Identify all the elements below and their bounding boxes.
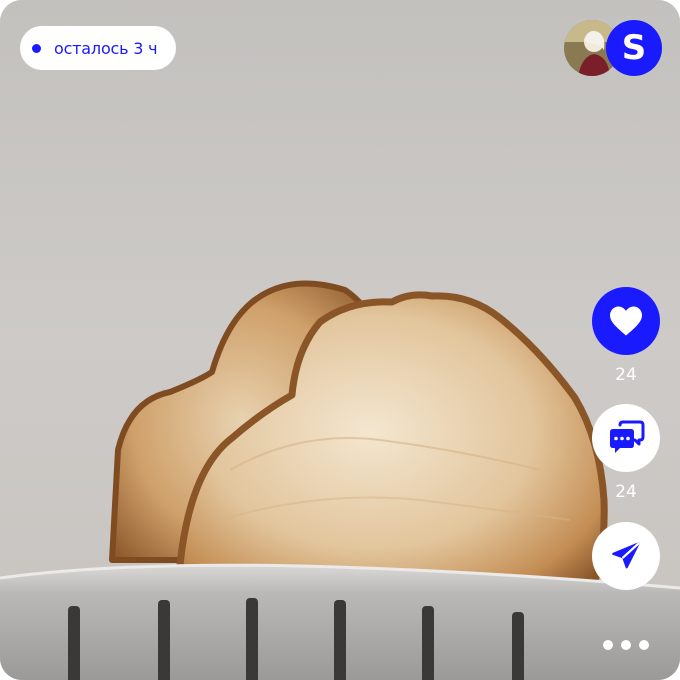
live-dot-icon [32,43,41,53]
chat-bubbles-icon [610,420,645,453]
paper-plane-icon [612,542,640,569]
time-left-badge: осталось 3 ч [20,26,176,70]
time-left-text: осталось 3 ч [54,38,158,58]
story-card[interactable]: осталось 3 ч S 24 24 [0,0,680,680]
more-dots-icon [621,640,631,650]
more-dots-icon [639,640,649,650]
share-button[interactable] [592,522,660,590]
more-options-button[interactable] [603,639,649,651]
comment-button[interactable] [592,404,660,472]
toast-photo [0,0,680,680]
heart-icon [610,306,642,336]
more-dots-icon [603,640,613,650]
comment-count: 24 [615,482,637,502]
like-button[interactable] [592,287,660,355]
brand-logo[interactable]: S [606,20,662,76]
brand-letter: S [621,28,647,68]
like-count: 24 [615,365,637,385]
